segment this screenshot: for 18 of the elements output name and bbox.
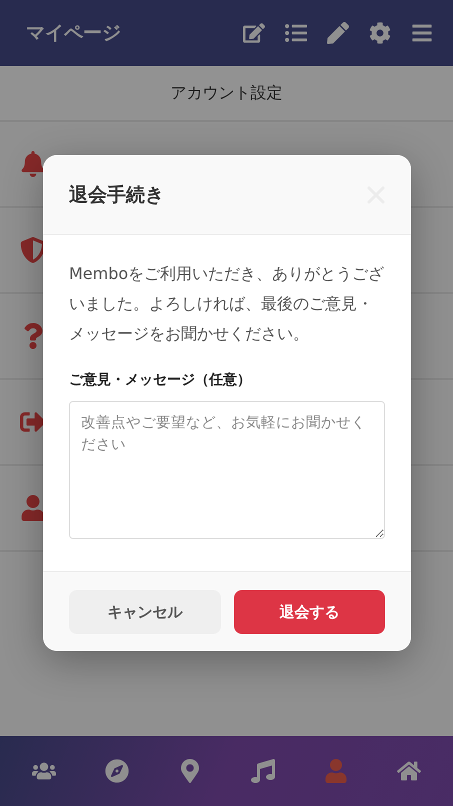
settings-icon[interactable] <box>369 22 391 44</box>
pen-icon[interactable] <box>327 22 349 44</box>
page-title: マイページ <box>26 21 122 46</box>
dialog-message: Memboをご利用いただき、ありがとうございました。よろしければ、最後のご意見・メッセージをお聞かせください。 <box>69 263 385 345</box>
user-icon <box>20 495 46 521</box>
edit-icon[interactable] <box>243 22 265 44</box>
bell-icon <box>20 151 46 177</box>
cancel-button[interactable]: キャンセル <box>69 590 220 634</box>
shield-icon <box>20 237 46 263</box>
home-icon[interactable] <box>396 759 421 783</box>
withdraw-button[interactable]: 退会する <box>234 590 385 634</box>
compass-icon[interactable] <box>105 759 130 783</box>
menu-icon[interactable] <box>411 22 433 44</box>
dialog-title: 退会手続き <box>69 182 164 208</box>
music-icon[interactable] <box>250 759 275 783</box>
message-input-field[interactable]: 改善点やご要望など、お気軽にお聞かせください <box>69 401 385 539</box>
field-label: ご意見・メッセージ（任意） <box>69 371 252 389</box>
list-icon[interactable] <box>285 22 307 44</box>
